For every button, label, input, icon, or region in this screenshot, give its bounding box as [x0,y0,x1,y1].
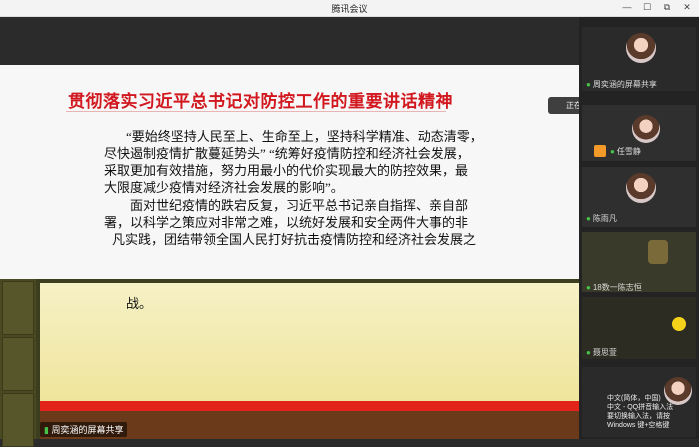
maximize-button[interactable]: ☐ [640,1,654,14]
slide-header: 贯彻落实习近平总书记对防控工作的重要讲话精神 [68,92,453,111]
paragraph-1-line: “要始终坚持人民至上、生命至上，坚持科学精准、动态清零， [126,129,483,144]
minimize-button[interactable]: — [620,1,634,14]
paragraph-1-line: 尽快遏制疫情扩散蔓延势头” “统筹好疫情防控和经济社会发展， [104,146,470,161]
restore-button[interactable]: ⧉ [660,1,674,14]
slide-red-bar [40,401,579,411]
thumbnail-strip [0,279,36,447]
ime-line: 中文(简体，中国) [607,395,661,402]
mic-icon: ● [586,80,591,89]
participant-name: ● 陈雨凡 [586,214,617,223]
participant-tile[interactable]: ● 陈雨凡 [582,167,696,227]
paragraph-1-line: 采取更加有效措施，努力用最小的代价实现最大的防控效果，最 [104,163,469,178]
paragraph-1: “要始终坚持人民至上、生命至上，坚持科学精准、动态清零， 尽快遏制疫情扩散蔓延势… [104,128,483,196]
slide-content: 贯彻落实习近平总书记对防控工作的重要讲话精神 “要始终坚持人民至上、生命至上，坚… [0,65,579,295]
slide-yellow-background: 战。 [40,283,579,401]
mic-icon: ● [586,283,591,292]
participant-tile[interactable]: ● 聂思萱 [582,297,696,359]
paragraph-1-line: 大限度减少疫情对经济社会发展的影响”。 [104,180,344,195]
ime-line: 要切换输入法，请按 [607,413,670,420]
header-underline [66,111,446,112]
avatar [672,317,686,331]
shared-screen: 贯彻落实习近平总书记对防控工作的重要讲话精神 “要始终坚持人民至上、生命至上，坚… [0,17,579,447]
ime-line: 中文 - QQ拼音输入法 [607,404,674,411]
mic-icon: ▮ [44,425,49,435]
mic-icon: ● [586,348,591,357]
avatar [632,115,660,143]
thumbnail[interactable] [2,281,34,335]
default-avatar-icon [594,145,606,157]
participant-name: ● 任雪静 [610,147,641,156]
participant-name: ● 聂思萱 [586,348,617,357]
ime-tooltip: 中文(简体，中国) 中文 - QQ拼音输入法 要切换输入法，请按 Windows… [607,394,697,438]
video-thumbnail [648,240,668,264]
avatar [626,173,656,203]
thumbnail[interactable] [2,337,34,391]
window-title: 腾讯会议 [331,4,368,14]
mic-icon: ● [586,214,591,223]
paragraph-2-line: 面对世纪疫情的跌宕反复，习近平总书记亲自指挥、亲自部 [130,198,469,213]
participant-panel: ● 周奕涵的屏幕共享 ● 任雪静 ● 陈雨凡 ● 18数一陈志恒 ● 聂思萱 [579,17,699,439]
paragraph-2-line: 署，以科学之策应对非常之难，以统好发展和安全两件大事的非 [104,215,469,230]
screen-share-label: ▮ 周奕涵的屏幕共享 [40,422,128,437]
close-button[interactable]: ✕ [680,1,694,14]
mic-icon: ● [610,147,615,156]
paragraph-2-line: 凡实践，团结带领全国人民打好抗击疫情防控和经济社会发展之 [112,232,477,247]
ime-line: Windows 键+空格键 [607,422,670,429]
slide-lower-area: 战。 ▮ 周奕涵的屏幕共享 [0,279,579,447]
avatar [626,33,656,63]
paragraph-2-last-line: 战。 [126,296,153,311]
participant-tile[interactable]: ● 任雪静 [582,105,696,161]
participant-tile[interactable]: ● 18数一陈志恒 [582,232,696,292]
paragraph-2: 面对世纪疫情的跌宕反复，习近平总书记亲自指挥、亲自部 署，以科学之策应对非常之难… [104,197,476,248]
participant-tile[interactable]: ● 周奕涵的屏幕共享 [582,27,696,91]
share-label-text: 周奕涵的屏幕共享 [51,425,124,435]
participant-name: ● 18数一陈志恒 [586,283,642,292]
participant-name: ● 周奕涵的屏幕共享 [586,80,657,89]
title-bar: 腾讯会议 — ☐ ⧉ ✕ [0,0,699,17]
